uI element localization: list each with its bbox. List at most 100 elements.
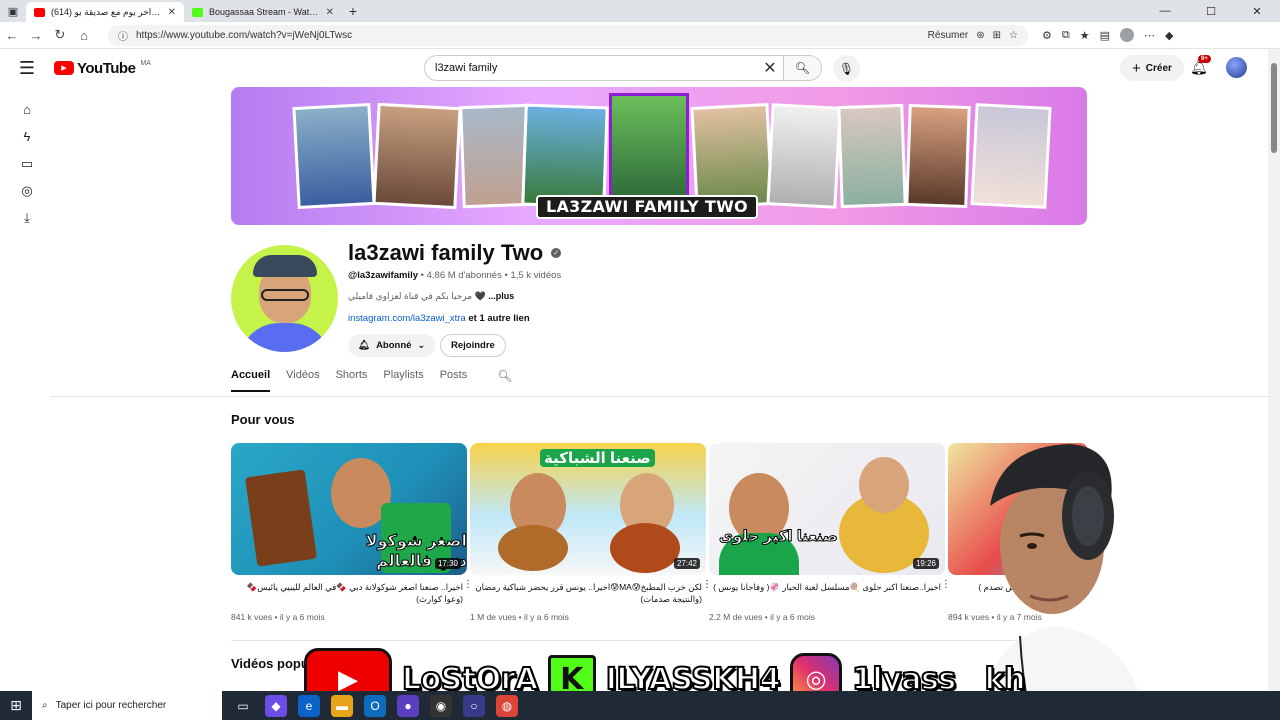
description-text: مرحبا بكم في قناة لعزاوي فاميلي 🖤 [348,291,486,301]
youtube-logo[interactable]: ▶ YouTube MA [54,60,151,77]
profile-avatar-icon[interactable] [1120,28,1135,42]
reload-icon[interactable]: ↻ [48,23,72,47]
channel-name: la3zawi family Two [348,240,544,265]
windows-start-icon[interactable]: ⊞ [0,697,32,714]
mini-guide: ⌂ ϟ ▭ ◎ ⤓ [0,96,54,231]
copilot-icon[interactable]: ◆ [1165,29,1173,42]
maximize-icon[interactable]: ☐ [1188,5,1234,18]
tab-posts[interactable]: Posts [440,369,468,392]
create-button[interactable]: + Créer [1120,55,1184,81]
banner-photo [970,103,1052,209]
copilot-page-icon[interactable]: ⊛ [976,30,984,41]
summarize-label[interactable]: Résumer [928,30,969,41]
page-scrollbar[interactable] [1268,49,1280,691]
section-divider [231,640,1087,641]
video-meta: 2,2 M de vues • il y a 6 mois [709,612,815,622]
instagram-link[interactable]: instagram.com/la3zawi_xtra [348,313,466,324]
close-tab-icon[interactable]: ✕ [168,7,176,18]
channel-search-icon[interactable]: 🔍︎ [497,369,512,392]
tabs-divider [50,396,1268,397]
address-bar-row: ← → ↻ ⌂ ⓘ https://www.youtube.com/watch?… [0,22,1280,49]
thumb-text: صنعنا الشباكية [540,449,655,467]
extensions-icon[interactable]: ⚙ [1042,29,1052,42]
channel-tabs: Accueil Vidéos Shorts Playlists Posts 🔍︎ [231,369,512,392]
clear-search-icon[interactable]: ✕ [757,58,783,78]
scrollbar-thumb[interactable] [1271,63,1277,153]
video-meta: 841 k vues • il y a 6 mois [231,612,325,622]
voice-search-button[interactable]: 🎙︎ [833,55,860,82]
reader-icon[interactable]: ⊞ [993,30,1001,41]
outlook-icon[interactable]: O [364,694,386,717]
video-title[interactable]: اخيرا.. صنعنا اصغر شوكولاتة دبي 🍫في العا… [231,581,467,607]
obs-icon[interactable]: ◉ [430,694,452,717]
browser-tab-kick[interactable]: Bougassaa Stream - Watch Live on ✕ [184,2,342,22]
channel-description[interactable]: مرحبا بكم في قناة لعزاوي فاميلي 🖤 ...plu… [348,291,514,302]
collections-icon[interactable]: ▤ [1100,29,1110,42]
favorite-star-icon[interactable]: ☆ [1009,30,1018,41]
home-icon[interactable]: ⌂ [0,96,54,123]
tab-home[interactable]: Accueil [231,369,271,392]
section-title-popular: Vidéos popu [231,656,309,671]
video-title[interactable]: لكن خرب المطبخ😰MA😰اخيرا.. يونس قرر يحضر … [470,581,706,607]
copilot-app-icon[interactable]: ◆ [265,694,287,717]
tab-playlists[interactable]: Playlists [383,369,423,392]
avatar-glasses [261,289,309,301]
file-explorer-icon[interactable]: ▬ [331,694,353,717]
forward-arrow-icon[interactable]: → [24,23,48,47]
view-count: 841 k vues [231,612,273,622]
youtube-favicon-icon [34,7,45,17]
video-thumbnail[interactable]: صنعنا اكبر حلوى 19:26 [709,443,945,575]
notifications-bell-icon[interactable]: 🔔︎ 9+ [1190,55,1211,76]
video-card[interactable]: صنعنا الشباكية 27:42 لكن خرب المطبخ😰MA😰ا… [470,443,712,622]
tab-title: Bougassaa Stream - Watch Live on [209,7,320,17]
window-menu-icon[interactable]: ▣ [0,0,26,22]
app-icon[interactable]: ○ [463,694,485,717]
you-icon[interactable]: ◎ [0,177,54,204]
more-link[interactable]: ...plus [488,291,514,301]
search-button[interactable]: 🔍︎ [784,55,822,81]
menu-hamburger-icon[interactable]: ☰ [0,58,54,79]
more-menu-icon[interactable]: ⋯ [1144,29,1155,42]
video-thumbnail[interactable]: اصغر شوكولا دبي فالعالم 17:30 [231,443,467,575]
more-links[interactable]: et 1 autre lien [468,313,529,324]
tab-videos[interactable]: Vidéos [286,369,319,392]
video-card[interactable]: صنعنا اكبر حلوى 19:26 اخيرا..صنعنا اكبر … [709,443,951,622]
home-icon[interactable]: ⌂ [72,23,96,47]
search-icon: ⌕ [42,700,48,711]
account-avatar[interactable] [1226,57,1247,78]
shorts-icon[interactable]: ϟ [0,123,54,150]
downloads-icon[interactable]: ⤓ [0,204,54,231]
video-age: il y a 6 mois [770,612,815,622]
join-button[interactable]: Rejoindre [440,334,506,357]
browser-tab-youtube[interactable]: (614) روتين...اخر يوم مع صديقة يو ✕ [26,2,184,22]
subscribed-button[interactable]: 🔔︎ Abonné ⌄ [348,334,436,357]
task-view-icon[interactable]: ▭ [232,695,254,717]
subscriptions-icon[interactable]: ▭ [0,150,54,177]
search-input[interactable]: l3zawi family ✕ [424,55,784,81]
edge-app-icon[interactable]: e [298,694,320,717]
favorites-icon[interactable]: ★ [1080,29,1090,42]
close-window-icon[interactable]: ✕ [1234,5,1280,18]
url-field[interactable]: ⓘ https://www.youtube.com/watch?v=jWeNj0… [108,24,1028,46]
bell-icon: 🔔︎ [358,340,371,351]
search-icon: 🔍︎ [794,61,811,75]
discord-icon[interactable]: ● [397,694,419,717]
taskbar-search-input[interactable]: ⌕ Taper ici pour rechercher [32,691,222,720]
site-info-icon[interactable]: ⓘ [118,28,128,43]
tab-shorts[interactable]: Shorts [336,369,368,392]
split-screen-icon[interactable]: ⧉ [1062,29,1070,42]
video-title[interactable]: اخيرا..صنعنا اكبر حلوى 🍭مسلسل لعبة الحبا… [709,581,945,607]
minimize-icon[interactable]: — [1142,5,1188,18]
microphone-icon: 🎙︎ [838,61,855,76]
close-tab-icon[interactable]: ✕ [326,7,334,18]
video-thumbnail[interactable]: صنعنا الشباكية 27:42 [470,443,706,575]
chrome-icon[interactable]: ◍ [496,694,518,717]
new-tab-button[interactable]: + [342,3,364,19]
video-card[interactable]: اصغر شوكولا دبي فالعالم 17:30 اخيرا.. صن… [231,443,473,622]
video-count: 1,5 k vidéos [510,270,562,281]
thumb-shape [859,457,909,513]
back-arrow-icon[interactable]: ← [0,23,24,47]
channel-avatar[interactable] [231,245,338,352]
banner-photo [837,103,907,209]
section-title-for-you: Pour vous [231,412,295,427]
